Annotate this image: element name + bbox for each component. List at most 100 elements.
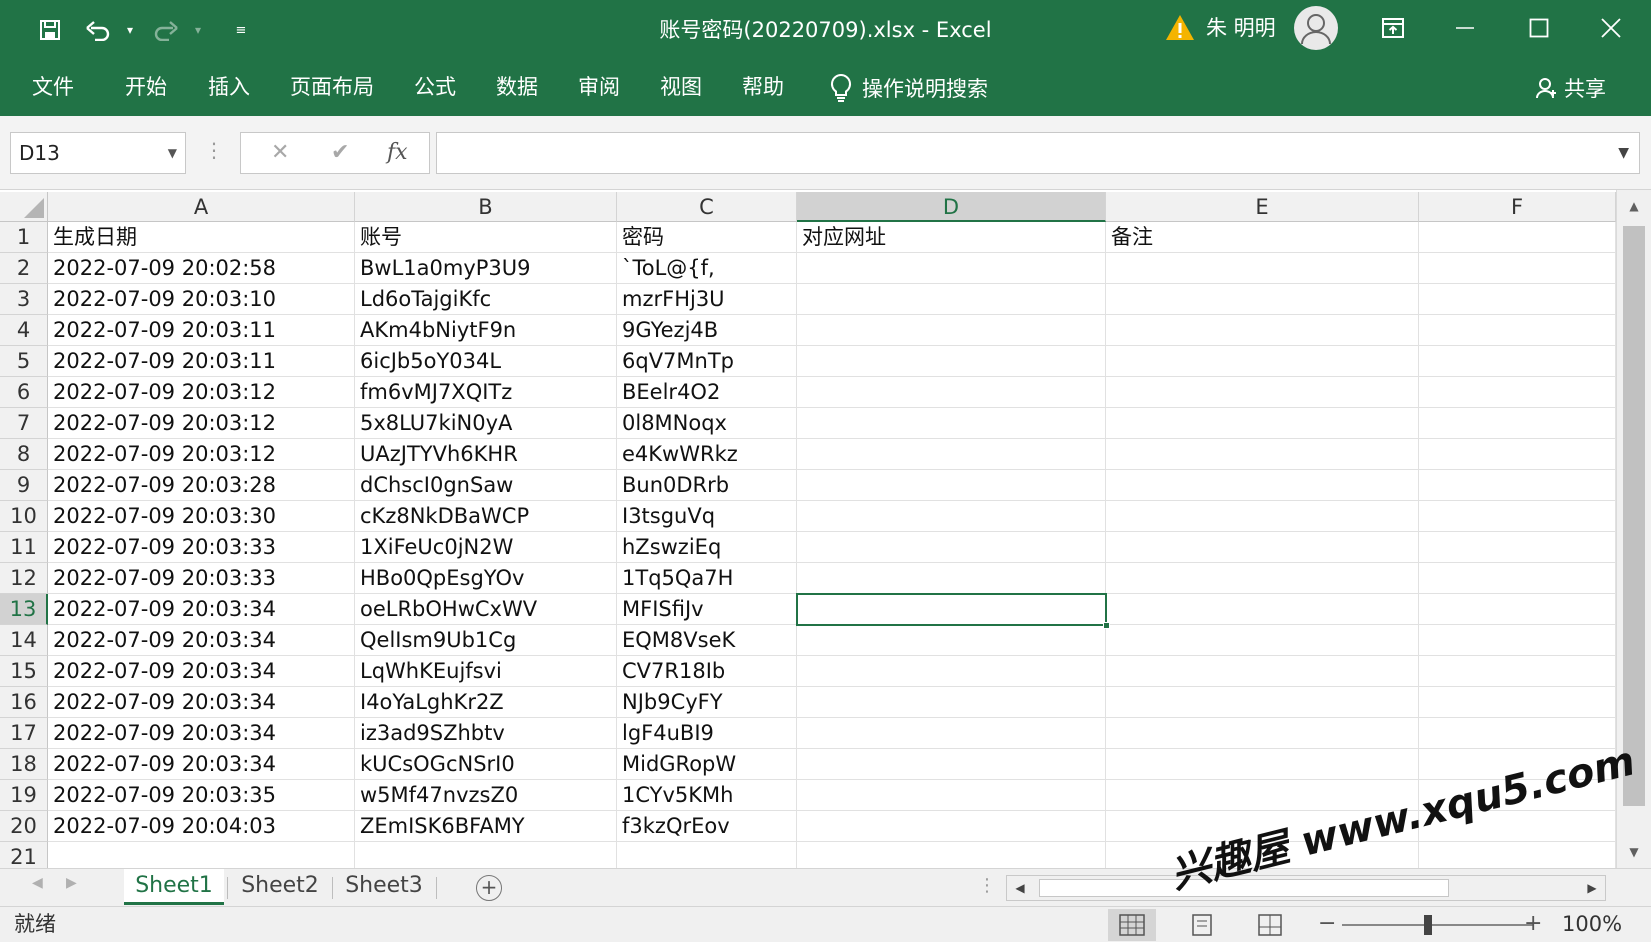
row-header[interactable]: 12 [0,563,48,594]
tab-formulas[interactable]: 公式 [414,72,456,102]
formula-input[interactable]: ▼ [436,132,1640,174]
cell-f4[interactable] [1419,315,1616,346]
row-header[interactable]: 9 [0,470,48,501]
tab-page-layout[interactable]: 页面布局 [290,72,374,102]
cell-b1[interactable]: 账号 [355,222,617,253]
cell-c21[interactable] [617,842,797,868]
insert-function-icon[interactable]: fx [387,133,408,173]
row-header[interactable]: 14 [0,625,48,656]
cell-b8[interactable]: UAzJTYVh6KHR [355,439,617,470]
cell-d16[interactable] [797,687,1106,718]
row-header[interactable]: 1 [0,222,48,253]
horizontal-scroll-thumb[interactable] [1039,879,1449,897]
cell-f1[interactable] [1419,222,1616,253]
cell-a10[interactable]: 2022-07-09 20:03:30 [48,501,355,532]
sheet-scroll-right-icon[interactable]: ▶ [66,875,77,891]
sheet-scroll-left-icon[interactable]: ◀ [32,875,43,891]
cell-f17[interactable] [1419,718,1616,749]
row-header[interactable]: 10 [0,501,48,532]
cell-b18[interactable]: kUCsOGcNSrI0 [355,749,617,780]
zoom-in-icon[interactable]: + [1524,907,1542,941]
row-header[interactable]: 18 [0,749,48,780]
add-sheet-icon[interactable]: + [476,875,502,901]
cell-b6[interactable]: fm6vMJ7XQITz [355,377,617,408]
cell-b16[interactable]: I4oYaLghKr2Z [355,687,617,718]
cell-c9[interactable]: Bun0DRrb [617,470,797,501]
row-header[interactable]: 11 [0,532,48,563]
cell-b3[interactable]: Ld6oTajgiKfc [355,284,617,315]
zoom-out-icon[interactable]: − [1318,907,1336,941]
cell-b12[interactable]: HBo0QpEsgYOv [355,563,617,594]
cell-d8[interactable] [797,439,1106,470]
name-box[interactable]: D13 ▼ [10,132,186,174]
cell-a4[interactable]: 2022-07-09 20:03:11 [48,315,355,346]
cancel-icon[interactable]: ✕ [271,133,289,173]
row-header[interactable]: 7 [0,408,48,439]
formula-bar-grip-icon[interactable]: ⋮ [204,138,224,162]
scroll-left-icon[interactable]: ◀ [1007,876,1033,900]
cell-b9[interactable]: dChscI0gnSaw [355,470,617,501]
cell-f10[interactable] [1419,501,1616,532]
cell-d20[interactable] [797,811,1106,842]
cell-a7[interactable]: 2022-07-09 20:03:12 [48,408,355,439]
scroll-down-icon[interactable]: ▼ [1622,840,1646,864]
vertical-scroll-thumb[interactable] [1623,226,1645,806]
column-header-c[interactable]: C [617,192,797,222]
cell-e11[interactable] [1106,532,1419,563]
cell-d17[interactable] [797,718,1106,749]
tab-split-grip-icon[interactable]: ⋮ [978,875,996,896]
zoom-slider-track[interactable] [1342,924,1534,926]
scroll-up-icon[interactable]: ▲ [1622,194,1646,218]
cell-e9[interactable] [1106,470,1419,501]
sheet-tab-sheet2[interactable]: Sheet2 [230,869,330,905]
cell-e21[interactable] [1106,842,1419,868]
cell-f11[interactable] [1419,532,1616,563]
cell-c5[interactable]: 6qV7MnTp [617,346,797,377]
cell-d6[interactable] [797,377,1106,408]
cell-f15[interactable] [1419,656,1616,687]
cell-a20[interactable]: 2022-07-09 20:04:03 [48,811,355,842]
cell-b20[interactable]: ZEmISK6BFAMY [355,811,617,842]
sheet-tab-sheet3[interactable]: Sheet3 [334,869,434,905]
cell-d19[interactable] [797,780,1106,811]
cell-e7[interactable] [1106,408,1419,439]
cell-d21[interactable] [797,842,1106,868]
ribbon-display-options-icon[interactable] [1370,8,1416,48]
zoom-slider-thumb[interactable] [1424,915,1432,935]
cell-f6[interactable] [1419,377,1616,408]
close-icon[interactable] [1588,8,1634,48]
tab-help[interactable]: 帮助 [742,72,784,102]
cell-d12[interactable] [797,563,1106,594]
page-layout-view-icon[interactable] [1178,909,1226,941]
cell-f7[interactable] [1419,408,1616,439]
vertical-scrollbar[interactable]: ▲ ▼ [1616,190,1651,868]
worksheet-grid[interactable]: ▲ ▼ A B C D E F 1 生成日期 账号 密码 对应网址 备注 2 2022-07-09 20:… [0,190,1651,868]
cell-e5[interactable] [1106,346,1419,377]
cell-a5[interactable]: 2022-07-09 20:03:11 [48,346,355,377]
cell-f12[interactable] [1419,563,1616,594]
cell-c17[interactable]: lgF4uBI9 [617,718,797,749]
cell-c4[interactable]: 9GYezj4B [617,315,797,346]
cell-c14[interactable]: EQM8VseK [617,625,797,656]
cell-b14[interactable]: QelIsm9Ub1Cg [355,625,617,656]
cell-b19[interactable]: w5Mf47nvzsZ0 [355,780,617,811]
cell-e13[interactable] [1106,594,1419,625]
cell-e18[interactable] [1106,749,1419,780]
cell-f9[interactable] [1419,470,1616,501]
maximize-icon[interactable] [1516,8,1562,48]
cell-e6[interactable] [1106,377,1419,408]
horizontal-scrollbar[interactable]: ◀ ▶ [1006,875,1606,901]
row-header[interactable]: 15 [0,656,48,687]
cell-e15[interactable] [1106,656,1419,687]
row-header[interactable]: 20 [0,811,48,842]
cell-f21[interactable] [1419,842,1616,868]
cell-e17[interactable] [1106,718,1419,749]
column-header-b[interactable]: B [355,192,617,222]
row-header[interactable]: 5 [0,346,48,377]
tab-insert[interactable]: 插入 [208,72,250,102]
cell-e16[interactable] [1106,687,1419,718]
cell-c7[interactable]: 0l8MNoqx [617,408,797,439]
cell-d18[interactable] [797,749,1106,780]
cell-a14[interactable]: 2022-07-09 20:03:34 [48,625,355,656]
tab-file[interactable]: 文件 [32,72,74,102]
